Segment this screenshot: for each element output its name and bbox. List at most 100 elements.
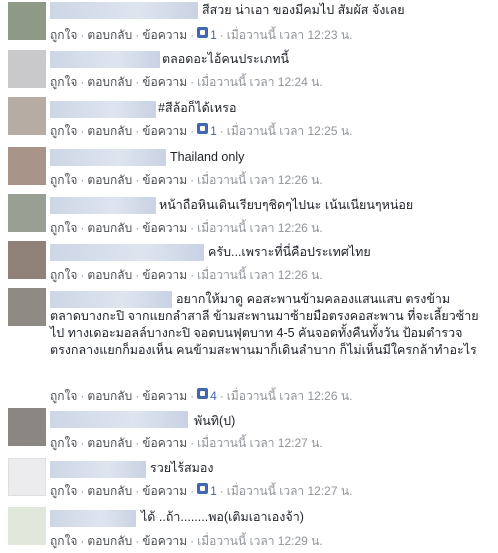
message-button[interactable]: ข้อความ — [142, 435, 187, 451]
avatar[interactable] — [8, 194, 46, 232]
commenter-name[interactable] — [50, 101, 156, 118]
like-thumb-icon[interactable] — [197, 123, 209, 134]
timestamp[interactable]: เมื่อวานนี้ เวลา 12:29 น. — [197, 533, 323, 549]
reply-button[interactable]: ตอบกลับ — [87, 74, 132, 90]
message-button[interactable]: ข้อความ — [142, 123, 187, 139]
avatar[interactable] — [8, 288, 46, 326]
avatar[interactable] — [8, 408, 46, 446]
comment-text: #สีล้อก็ได้เหรอ — [158, 101, 237, 115]
comment-actions: ถูกใจ · ตอบกลับ · ข้อความ · เมื่อวานนี้ เวลา 1… — [50, 74, 323, 90]
separator: · — [190, 389, 195, 403]
commenter-name[interactable] — [50, 149, 166, 166]
like-thumb-icon[interactable] — [197, 483, 209, 494]
comment-text: Thailand only — [170, 150, 245, 164]
separator: · — [80, 28, 85, 42]
separator: · — [190, 436, 195, 450]
comment-actions: ถูกใจ · ตอบกลับ · ข้อความ · เมื่อวานนี้ เวลา 1… — [50, 533, 323, 549]
comment-text: หน้าถือหินเดินเรียบๆชิดๆไปนะ เน้นเนียนๆห… — [159, 198, 414, 212]
timestamp[interactable]: เมื่อวานนี้ เวลา 12:24 น. — [197, 74, 323, 90]
comment-text: ตลอดอะไอ้คนประเภทนี้ — [162, 52, 289, 66]
comment-feed: สีสวย น่าเอา ของมีคมไป สัมผัส จังเลย ถูก… — [0, 0, 498, 553]
reply-button[interactable]: ตอบกลับ — [87, 388, 132, 404]
commenter-name[interactable] — [50, 244, 204, 261]
like-button[interactable]: ถูกใจ — [50, 74, 77, 90]
reply-button[interactable]: ตอบกลับ — [87, 435, 132, 451]
message-button[interactable]: ข้อความ — [142, 74, 187, 90]
comment-actions: ถูกใจ · ตอบกลับ · ข้อความ · 1 · เมื่อวานนี้ เวลา… — [50, 483, 352, 499]
reply-button[interactable]: ตอบกลับ — [87, 533, 132, 549]
timestamp[interactable]: เมื่อวานนี้ เวลา 12:23 น. — [227, 27, 353, 43]
avatar[interactable] — [8, 507, 46, 545]
separator: · — [80, 534, 85, 548]
timestamp[interactable]: เมื่อวานนี้ เวลา 12:26 น. — [197, 267, 323, 283]
avatar[interactable] — [8, 50, 46, 88]
like-count[interactable]: 1 — [210, 483, 217, 499]
message-button[interactable]: ข้อความ — [142, 220, 187, 236]
like-button[interactable]: ถูกใจ — [50, 267, 77, 283]
reply-button[interactable]: ตอบกลับ — [87, 123, 132, 139]
avatar[interactable] — [8, 458, 46, 496]
separator: · — [135, 28, 140, 42]
like-count[interactable]: 4 — [210, 388, 217, 404]
comment-text: พันทิ(ป) — [194, 414, 236, 428]
reply-button[interactable]: ตอบกลับ — [87, 220, 132, 236]
like-button[interactable]: ถูกใจ — [50, 483, 77, 499]
comment-actions: ถูกใจ · ตอบกลับ · ข้อความ · เมื่อวานนี้ เวลา 1… — [50, 435, 323, 451]
separator: · — [80, 173, 85, 187]
comment-text: รวยไร้สมอง — [150, 461, 214, 475]
like-count[interactable]: 1 — [210, 123, 217, 139]
separator: · — [135, 534, 140, 548]
separator: · — [190, 484, 195, 498]
avatar[interactable] — [8, 97, 46, 135]
avatar[interactable] — [8, 2, 46, 40]
separator: · — [80, 436, 85, 450]
separator: · — [80, 389, 85, 403]
commenter-name[interactable] — [50, 461, 146, 478]
like-count[interactable]: 1 — [210, 27, 217, 43]
like-button[interactable]: ถูกใจ — [50, 123, 77, 139]
like-button[interactable]: ถูกใจ — [50, 388, 77, 404]
avatar[interactable] — [8, 147, 46, 185]
separator: · — [190, 173, 195, 187]
like-button[interactable]: ถูกใจ — [50, 435, 77, 451]
separator: · — [135, 124, 140, 138]
commenter-name[interactable] — [50, 51, 160, 68]
timestamp[interactable]: เมื่อวานนี้ เวลา 12:26 น. — [227, 388, 353, 404]
timestamp[interactable]: เมื่อวานนี้ เวลา 12:27 น. — [227, 483, 353, 499]
reply-button[interactable]: ตอบกลับ — [87, 27, 132, 43]
timestamp[interactable]: เมื่อวานนี้ เวลา 12:27 น. — [197, 435, 323, 451]
like-thumb-icon[interactable] — [197, 27, 209, 38]
like-button[interactable]: ถูกใจ — [50, 533, 77, 549]
separator: · — [190, 268, 195, 282]
separator: · — [190, 221, 195, 235]
separator: · — [219, 28, 224, 42]
separator: · — [80, 124, 85, 138]
like-button[interactable]: ถูกใจ — [50, 172, 77, 188]
reply-button[interactable]: ตอบกลับ — [87, 172, 132, 188]
commenter-name[interactable] — [50, 2, 198, 19]
separator: · — [190, 28, 195, 42]
like-button[interactable]: ถูกใจ — [50, 220, 77, 236]
message-button[interactable]: ข้อความ — [142, 267, 187, 283]
like-thumb-icon[interactable] — [197, 388, 209, 399]
message-button[interactable]: ข้อความ — [142, 388, 187, 404]
comment-actions: ถูกใจ · ตอบกลับ · ข้อความ · เมื่อวานนี้ เวลา 1… — [50, 220, 323, 236]
commenter-name[interactable] — [50, 411, 188, 428]
message-button[interactable]: ข้อความ — [142, 172, 187, 188]
message-button[interactable]: ข้อความ — [142, 27, 187, 43]
message-button[interactable]: ข้อความ — [142, 533, 187, 549]
like-button[interactable]: ถูกใจ — [50, 27, 77, 43]
commenter-name[interactable] — [50, 197, 156, 214]
avatar[interactable] — [8, 241, 46, 279]
commenter-name[interactable] — [50, 510, 136, 527]
separator: · — [80, 484, 85, 498]
reply-button[interactable]: ตอบกลับ — [87, 483, 132, 499]
comment-actions: ถูกใจ · ตอบกลับ · ข้อความ · 1 · เมื่อวานนี้ เวลา… — [50, 27, 352, 43]
message-button[interactable]: ข้อความ — [142, 483, 187, 499]
timestamp[interactable]: เมื่อวานนี้ เวลา 12:25 น. — [227, 123, 353, 139]
separator: · — [190, 534, 195, 548]
reply-button[interactable]: ตอบกลับ — [87, 267, 132, 283]
timestamp[interactable]: เมื่อวานนี้ เวลา 12:26 น. — [197, 172, 323, 188]
comment-text: อยากให้มาดู คอสะพานข้ามคลองแสนแสบ ตรงข้า… — [50, 292, 479, 357]
timestamp[interactable]: เมื่อวานนี้ เวลา 12:26 น. — [197, 220, 323, 236]
